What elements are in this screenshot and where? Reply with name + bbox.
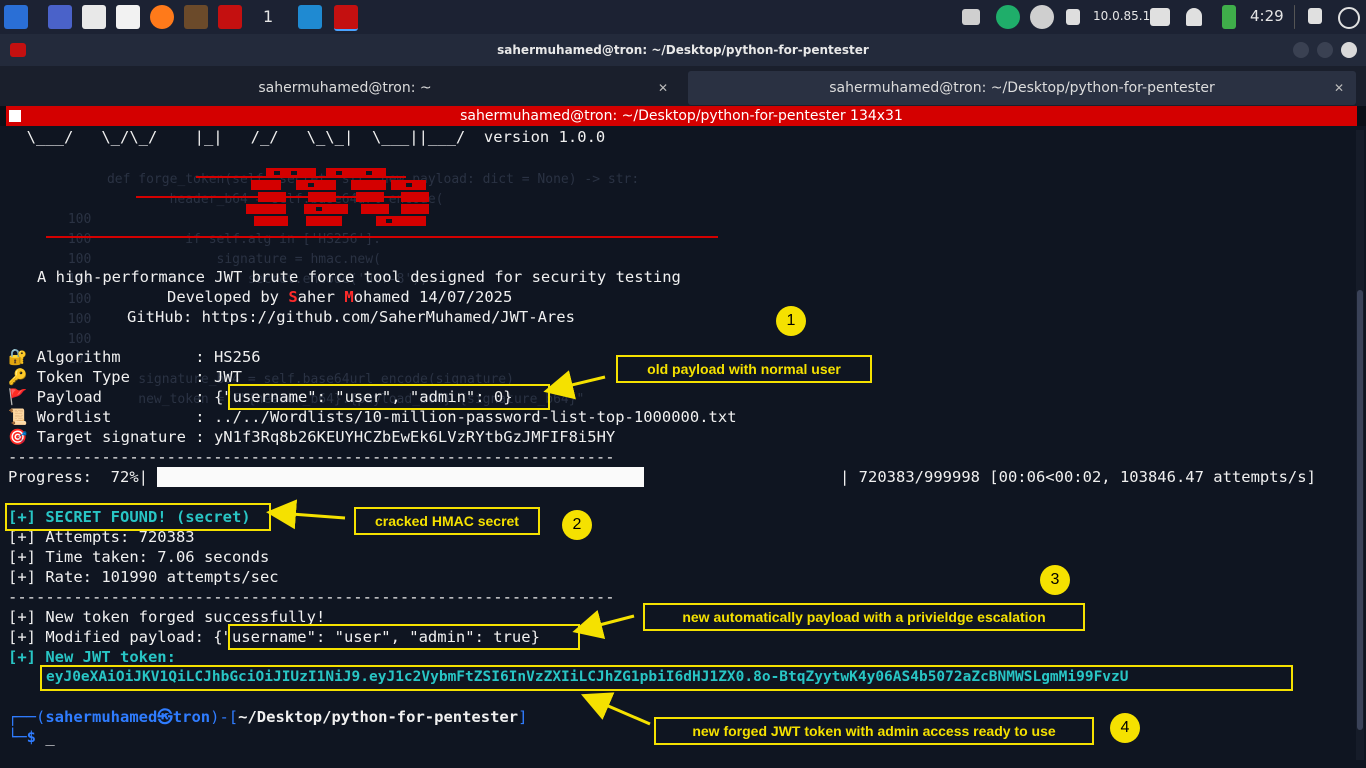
annotation-number-2: 2 xyxy=(562,510,592,540)
annotation-arrows xyxy=(266,370,651,726)
annotation-number-3: 3 xyxy=(1040,565,1070,595)
annotation-label-2: cracked HMAC secret xyxy=(354,507,540,535)
annotation-label-3: new automatically payload with a priviel… xyxy=(643,603,1085,631)
annotation-label-4: new forged JWT token with admin access r… xyxy=(654,717,1094,745)
annotation-number-4: 4 xyxy=(1110,713,1140,743)
annotation-label-1: old payload with normal user xyxy=(616,355,872,383)
annotation-number-1: 1 xyxy=(776,306,806,336)
